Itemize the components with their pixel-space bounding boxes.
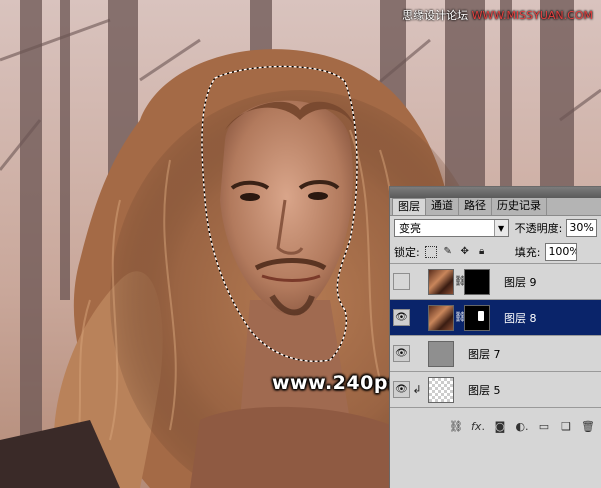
blend-mode-value: 变亮 xyxy=(399,222,421,235)
layer-row[interactable]: ⛓ 图层 9 xyxy=(390,264,601,300)
clipping-arrow-icon: ↲ xyxy=(412,383,422,396)
trash-icon[interactable]: 🗑︎ xyxy=(581,419,595,433)
adjustment-icon[interactable]: ◐. xyxy=(515,419,529,433)
lock-transparency-icon[interactable] xyxy=(424,245,437,258)
layer-name: 图层 8 xyxy=(504,311,537,325)
brush-icon[interactable]: ✎ xyxy=(442,246,454,258)
blend-mode-select[interactable]: 变亮 ▼ xyxy=(394,219,509,237)
fx-icon[interactable]: fx. xyxy=(471,419,485,433)
tab-layers[interactable]: 图层 xyxy=(392,198,426,215)
layer-mask-thumbnail[interactable] xyxy=(464,268,490,295)
layer-name: 图层 7 xyxy=(468,347,501,361)
chevron-down-icon: ▼ xyxy=(493,220,508,236)
new-layer-icon[interactable]: ❑ xyxy=(559,419,573,433)
panel-footer: ⛓ fx. ◙ ◐. ▭ ❑ 🗑︎ xyxy=(390,416,601,436)
watermark-top-text: 思缘设计论坛 xyxy=(402,9,469,22)
tab-history[interactable]: 历史记录 xyxy=(492,198,547,215)
link-icon: ⛓ xyxy=(454,276,467,287)
fill-input[interactable]: 100% xyxy=(545,242,578,261)
layers-list: ⛓ 图层 9 👁︎ ⛓ 图层 8 👁︎ 图层 7 👁︎ ↲ 图层 5 xyxy=(390,264,601,408)
layer-thumbnail xyxy=(428,268,454,295)
link-icon: ⛓ xyxy=(454,312,467,323)
eye-icon[interactable]: 👁︎ xyxy=(393,381,410,398)
folder-icon[interactable]: ▭ xyxy=(537,419,551,433)
link-layers-icon[interactable]: ⛓ xyxy=(449,419,463,433)
opacity-input[interactable]: 30% xyxy=(566,219,597,237)
eye-icon[interactable]: 👁︎ xyxy=(393,345,410,362)
layer-thumbnail xyxy=(428,304,454,331)
watermark-top-url: WWW.MISSYUAN.COM xyxy=(471,9,593,22)
layer-thumbnail xyxy=(428,376,454,403)
layer-row[interactable]: 👁︎ ↲ 图层 5 xyxy=(390,372,601,408)
lock-label: 锁定: xyxy=(394,245,420,259)
fill-label: 填充: xyxy=(514,245,541,259)
move-icon[interactable]: ✥ xyxy=(459,246,471,258)
panel-title-bar[interactable] xyxy=(390,187,601,198)
eye-icon[interactable]: 👁︎ xyxy=(393,309,410,326)
blend-row: 变亮 ▼ 不透明度: 30% xyxy=(390,216,601,240)
opacity-label: 不透明度: xyxy=(514,222,563,235)
tab-channels[interactable]: 通道 xyxy=(426,198,459,215)
visibility-toggle[interactable] xyxy=(393,273,410,290)
layers-panel: 图层 通道 路径 历史记录 变亮 ▼ 不透明度: 30% 锁定: ✎ ✥ 🔒︎ … xyxy=(389,186,601,488)
lock-icon[interactable]: 🔒︎ xyxy=(476,246,488,258)
layer-name: 图层 9 xyxy=(504,275,537,289)
layer-row[interactable]: 👁︎ 图层 7 xyxy=(390,336,601,372)
lock-row: 锁定: ✎ ✥ 🔒︎ 填充: 100% xyxy=(390,240,601,264)
layer-mask-thumbnail[interactable] xyxy=(464,304,490,331)
watermark-top: 思缘设计论坛 WWW.MISSYUAN.COM xyxy=(402,7,593,23)
add-mask-icon[interactable]: ◙ xyxy=(493,419,507,433)
layer-thumbnail xyxy=(428,340,454,367)
layer-name: 图层 5 xyxy=(468,383,501,397)
tab-paths[interactable]: 路径 xyxy=(459,198,492,215)
canvas[interactable]: 思缘设计论坛 WWW.MISSYUAN.COM www.240ps.com 图层… xyxy=(0,0,601,488)
panel-tabs: 图层 通道 路径 历史记录 xyxy=(390,198,601,216)
layer-row-selected[interactable]: 👁︎ ⛓ 图层 8 xyxy=(390,300,601,336)
